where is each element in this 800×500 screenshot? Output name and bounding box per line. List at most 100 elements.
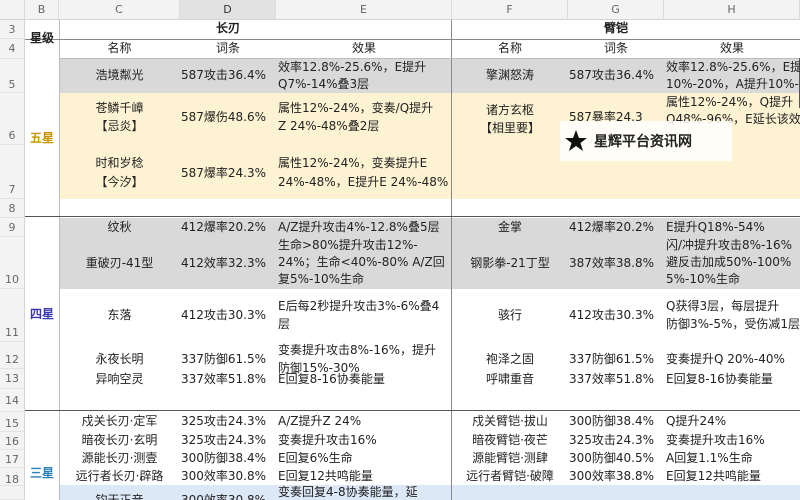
row-header-4[interactable]: 4 [0,39,25,59]
watermark-text: 星辉平台资讯网 [594,134,692,150]
row-header-7[interactable]: 7 [0,145,25,199]
arm-name: 戍关臂铠·拔山 [472,414,548,428]
blade-stat: 300效率30.8% [181,469,267,483]
blade-effect: 层 [278,317,291,331]
header-arm-name: 名称 [497,41,522,55]
watermark: 星辉平台资讯网 [560,121,732,161]
arm-effect: Q获得3层，每层提升 [666,299,780,313]
blade-stat: 412爆率20.2% [181,220,267,234]
arm-effect: 5%-10%生命 [666,272,741,286]
row-header-5[interactable]: 5 [0,59,25,93]
blade-character: 【今汐】 [95,175,144,189]
blade-stat: 337防御61.5% [181,352,267,366]
row-header-12[interactable]: 12 [0,342,25,369]
column-header-e[interactable]: E [276,0,452,20]
blade-stat: 337效率51.8% [181,372,267,386]
row-header-14[interactable]: 14 [0,389,25,412]
arm-name: 擎渊怒涛 [485,68,534,82]
blade-effect: 生命>80%提升攻击12%- [278,238,418,252]
arm-stat: 300防御40.5% [569,451,655,465]
column-header-c[interactable]: C [59,0,180,20]
blade-name: 重破刃-41型 [85,256,154,270]
blade-effect: 复5%-10%生命 [278,272,365,286]
header-blade-effect: 效果 [351,41,376,55]
row-header-10[interactable]: 10 [0,237,25,289]
column-header-f[interactable]: F [452,0,568,20]
blade-stat: 300效率30.8% [181,493,267,500]
arm-name: 骇行 [497,308,522,322]
blade-name: 远行者长刃·辟路 [75,469,164,483]
blade-name: 永夜长明 [95,352,144,366]
row-header-6[interactable]: 6 [0,93,25,145]
arm-effect: A回复1.1%生命 [666,451,753,465]
arm-effect: 闪/冲提升攻击8%-16% [666,238,793,252]
arm-effect: E回复12共鸣能量 [666,469,761,483]
blade-effect: E回复6%生命 [278,451,353,465]
star-label-three: 三星 [29,466,54,480]
arm-stat: 587攻击36.4% [569,68,655,82]
header-star-level: 星级 [29,31,54,45]
arm-effect: 效率12.8%-25.6%，E提 [666,60,800,74]
arm-name: 袍泽之固 [485,352,534,366]
arm-name: 金掌 [497,220,522,234]
row-header-9[interactable]: 9 [0,218,25,237]
column-header-g[interactable]: G [568,0,664,20]
blade-effect: E回复12共鸣能量 [278,469,373,483]
arm-stat: 412爆率20.2% [569,220,655,234]
group-divider [25,410,800,411]
row-header-8[interactable]: 8 [0,199,25,218]
column-header-b[interactable]: B [25,0,59,20]
arm-effect: 变奏提升Q 20%-40% [666,352,785,366]
blade-stat: 325攻击24.3% [181,433,267,447]
star-label-four: 四星 [29,307,54,321]
arm-effect: Q提升24% [666,414,727,428]
row-header-17[interactable]: 17 [0,450,25,468]
blade-stat: 587爆伤48.6% [181,110,267,124]
blade-stat: 300防御38.4% [181,451,267,465]
arm-effect: 防御3%-5%，受伤减1层 [666,317,800,331]
blade-stat: 412效率32.3% [181,256,267,270]
arm-effect: E回复8-16协奏能量 [666,372,773,386]
blade-stat: 325攻击24.3% [181,414,267,428]
arm-stat: 325攻击24.3% [569,433,655,447]
group-divider [25,216,800,217]
blade-name: 异响空灵 [95,372,144,386]
row-header-16[interactable]: 16 [0,432,25,450]
arm-stat: 412攻击30.3% [569,308,655,322]
blade-effect: 属性12%-24%，变奏/Q提升 [278,101,434,115]
spreadsheet-grid: B C D E F G H 3 4 5 6 7 8 9 10 11 12 13 … [0,0,800,500]
blade-name: 戍关长刃·定军 [81,414,158,428]
row-header-11[interactable]: 11 [0,289,25,342]
arm-name: 暗夜臂铠·夜芒 [472,433,548,447]
blade-effect: 24%-48%，E提升E 24%-48% [278,175,449,189]
blade-name: 源能长刃·测壹 [81,451,158,465]
arm-name: 源能臂铠·测肆 [472,451,548,465]
arm-name: 远行者臂铠·破障 [466,469,554,483]
row-header-13[interactable]: 13 [0,369,25,389]
blade-effect: 变奏提升攻击8%-16%，提升 [278,343,437,357]
header-arm-stat: 词条 [603,41,628,55]
blade-effect: Q7%-14%叠3层 [278,77,370,91]
blade-effect: E回复8-16协奏能量 [278,372,385,386]
blade-effect: 属性12%-24%，变奏提升E [278,156,428,170]
blade-effect: A/Z提升Z 24% [278,414,362,428]
row-header-19[interactable] [0,486,25,500]
row-header-3[interactable]: 3 [0,20,25,39]
column-header-d[interactable]: D [180,0,276,20]
row-header-15[interactable]: 15 [0,412,25,432]
column-header-h[interactable]: H [664,0,800,20]
header-blade-stat: 词条 [215,41,240,55]
header-blade-name: 名称 [107,41,132,55]
header-arm-effect: 效果 [719,41,744,55]
blade-name: 钧天正音 [95,493,144,500]
row-header-18[interactable]: 18 [0,468,25,486]
star-logo-icon [565,130,587,151]
blade-effect: 效率12.8%-25.6%，E提升 [278,60,427,74]
arm-stat: 387效率38.8% [569,256,655,270]
arm-stat: 300防御38.4% [569,414,655,428]
arm-character: 【相里要】 [479,121,540,135]
blade-effect: E后每2秒提升攻击3%-6%叠4 [278,299,440,313]
blade-name: 浩境粼光 [95,68,144,82]
corner-cell[interactable] [0,0,25,20]
arm-name: 呼啸重音 [485,372,534,386]
